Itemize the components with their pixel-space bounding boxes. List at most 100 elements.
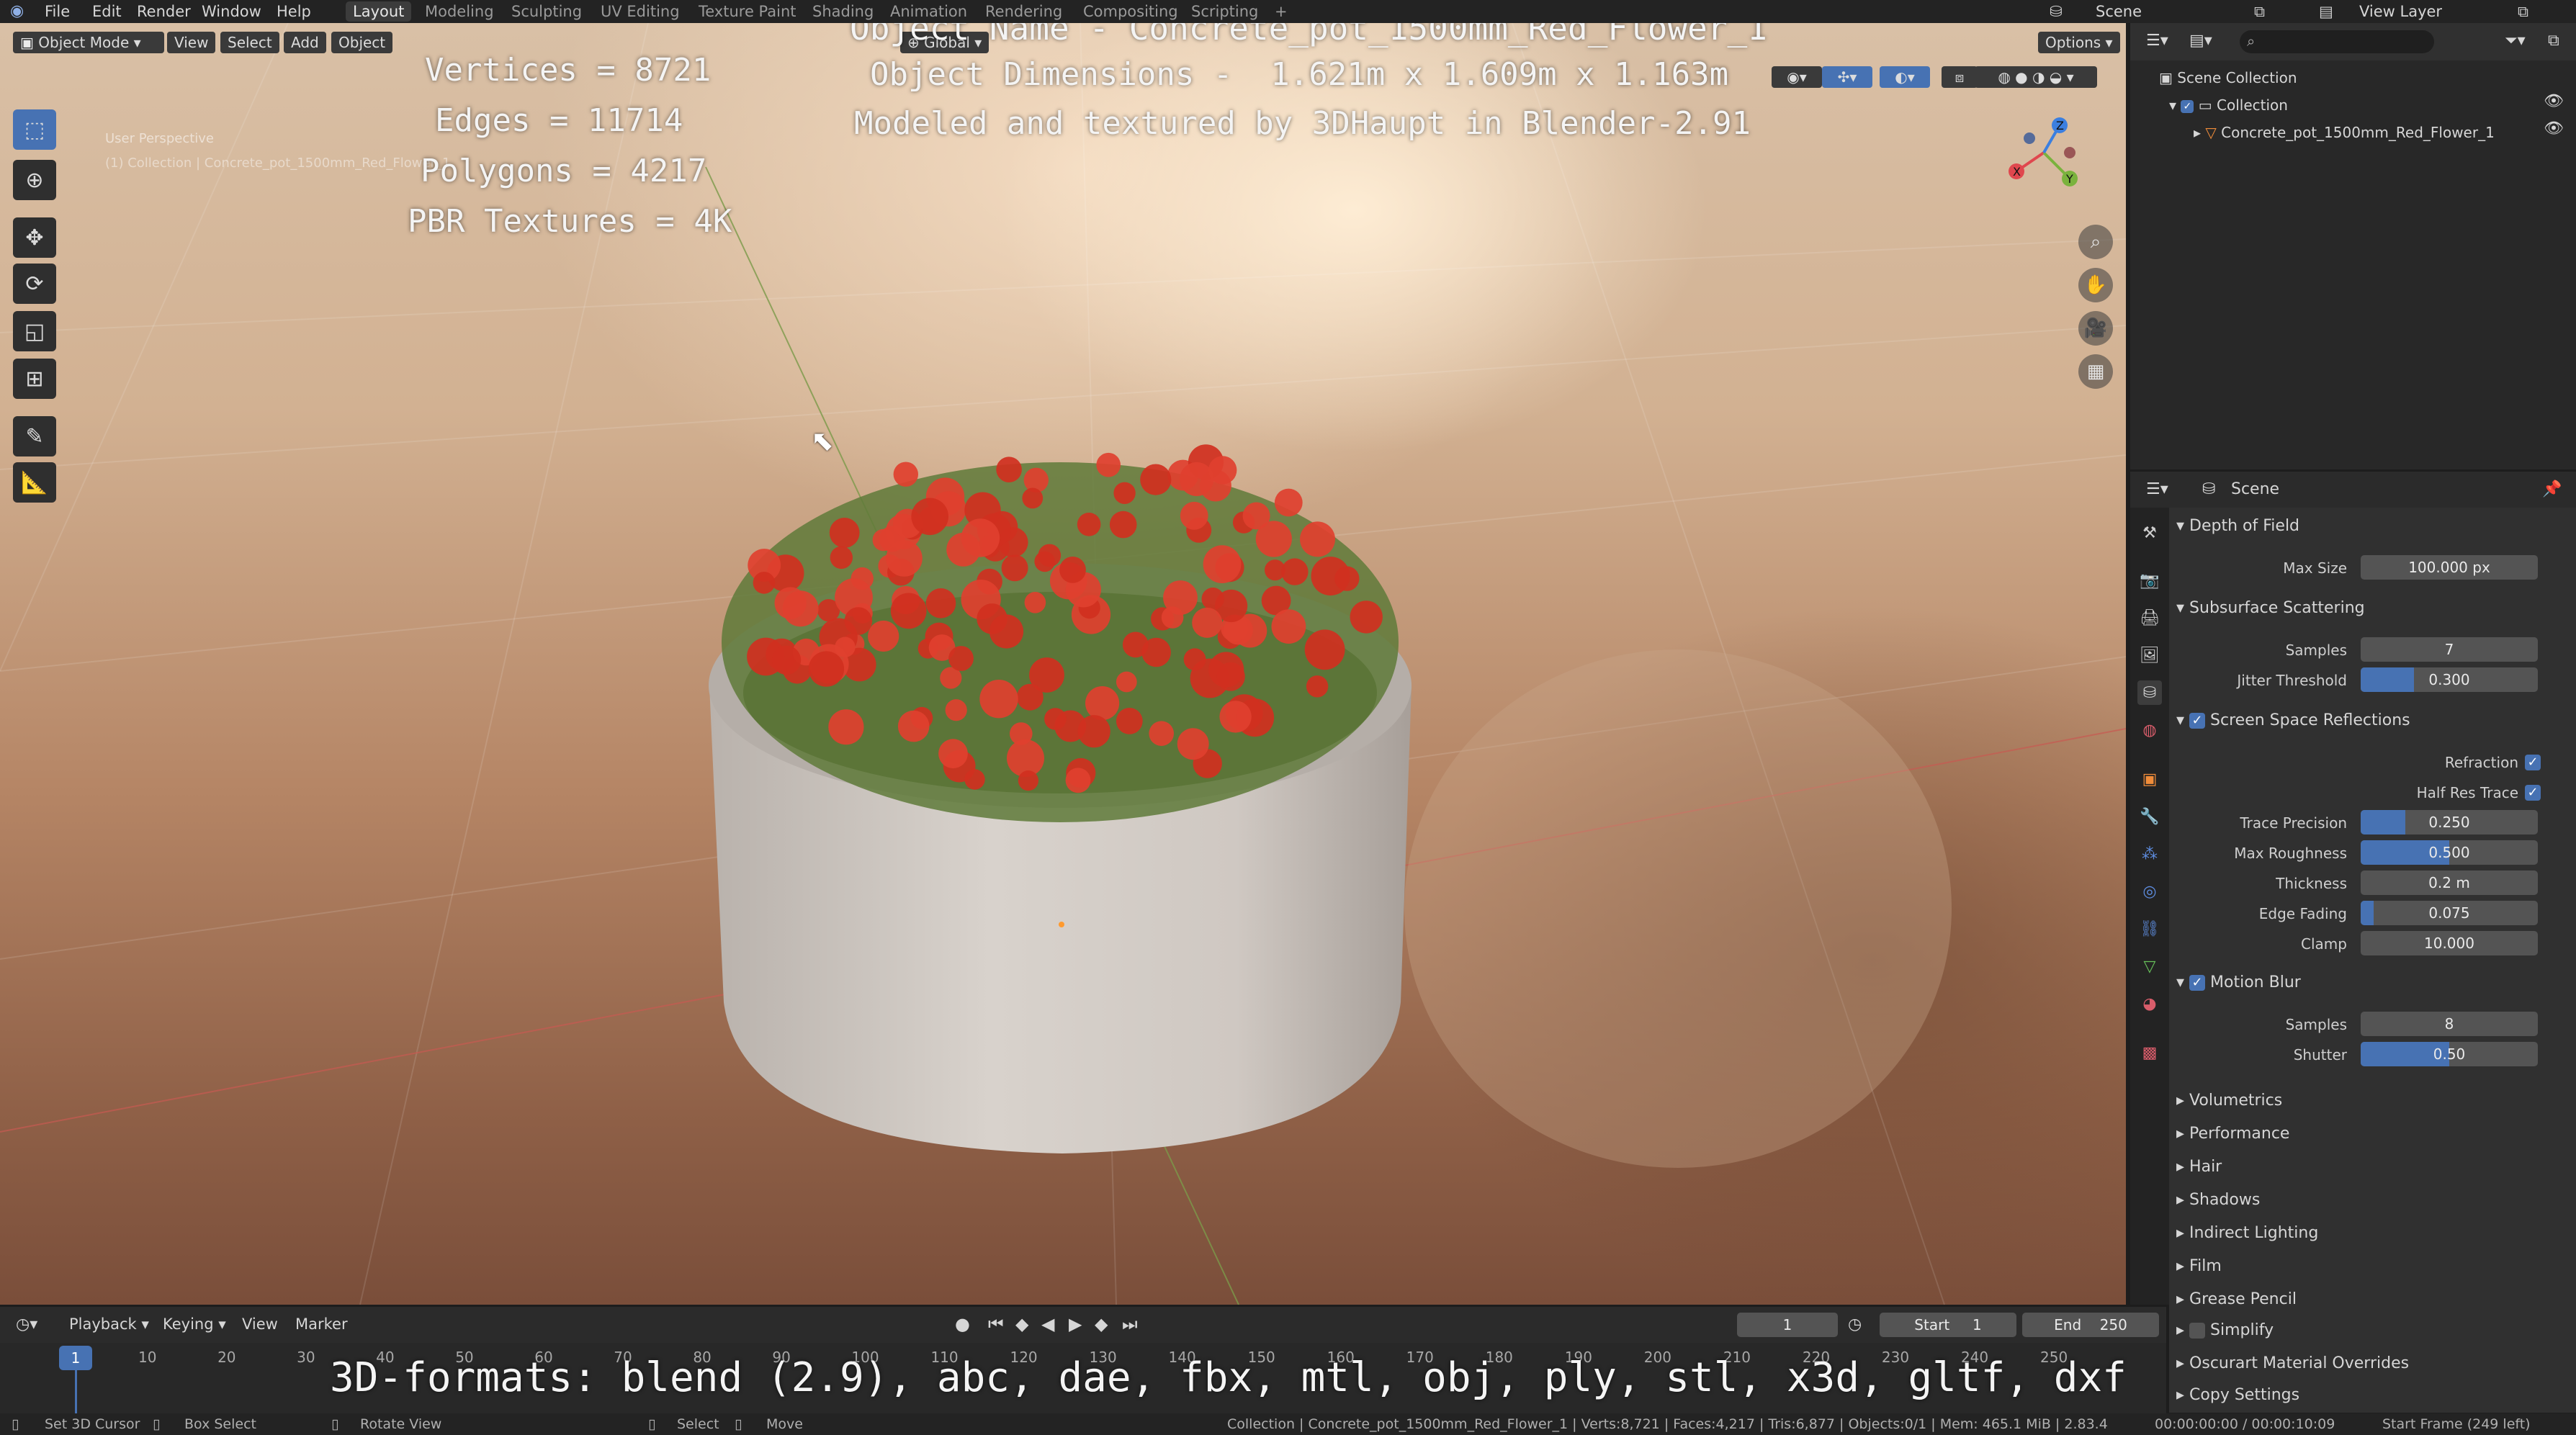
- end-frame-field[interactable]: End 250: [2022, 1313, 2159, 1337]
- editor-type-icon[interactable]: ◷▾: [16, 1315, 37, 1333]
- edge-fading-slider[interactable]: 0.075: [2361, 901, 2538, 925]
- editor-type-icon[interactable]: ☰▾: [2146, 32, 2168, 50]
- tab-rendering[interactable]: Rendering: [978, 1, 1069, 22]
- half-res-trace-checkbox[interactable]: ✓: [2525, 785, 2541, 801]
- filter-icon[interactable]: ⏷▾: [2505, 32, 2526, 50]
- viewport-menu-object[interactable]: Object: [331, 32, 393, 53]
- panel-hair[interactable]: ▸ Hair: [2176, 1153, 2222, 1182]
- tab-compositing[interactable]: Compositing: [1076, 1, 1185, 22]
- sss-samples-field[interactable]: 7: [2361, 637, 2538, 662]
- particles-tab-icon[interactable]: ⁂: [2137, 842, 2162, 866]
- trace-precision-slider[interactable]: 0.250: [2361, 810, 2538, 835]
- view-layer-icon[interactable]: ▤: [2319, 0, 2333, 23]
- tab-shading[interactable]: Shading: [805, 1, 881, 22]
- eye-visibility-icon[interactable]: 👁: [2544, 92, 2564, 110]
- move-tool-icon[interactable]: ✥: [13, 217, 56, 258]
- viewport-menu-select[interactable]: Select: [220, 32, 279, 53]
- clock-icon[interactable]: ◷: [1848, 1315, 1862, 1333]
- world-tab-icon[interactable]: ◍: [2137, 718, 2162, 742]
- panel-volumetrics[interactable]: ▸ Volumetrics: [2176, 1087, 2282, 1115]
- panel-simplify[interactable]: ▸ Simplify: [2176, 1316, 2274, 1345]
- prev-keyframe-icon[interactable]: ◆: [1015, 1314, 1028, 1334]
- refraction-checkbox[interactable]: ✓: [2525, 755, 2541, 770]
- scene-selector[interactable]: Scene: [2096, 0, 2142, 23]
- view-layer-tab-icon[interactable]: 🖼: [2137, 643, 2162, 667]
- pin-icon[interactable]: 📌: [2542, 480, 2562, 498]
- tab-scripting[interactable]: Scripting: [1184, 1, 1265, 22]
- cursor-tool-icon[interactable]: ⊕: [13, 160, 56, 200]
- timeline-menu-keying[interactable]: Keying ▾: [163, 1315, 226, 1333]
- viewport-menu-view[interactable]: View: [167, 32, 216, 53]
- scale-tool-icon[interactable]: ◱: [13, 311, 56, 351]
- camera-view-icon[interactable]: 🎥: [2078, 311, 2113, 346]
- menu-window[interactable]: Window: [202, 0, 261, 23]
- panel-copy-settings[interactable]: ▸ Copy Settings: [2176, 1381, 2299, 1410]
- modifier-tab-icon[interactable]: 🔧: [2137, 804, 2162, 829]
- record-icon[interactable]: ●: [955, 1314, 970, 1334]
- blender-logo-icon[interactable]: ◉: [10, 0, 24, 23]
- material-tab-icon[interactable]: ◕: [2137, 991, 2162, 1016]
- menu-file[interactable]: File: [45, 0, 70, 23]
- expand-arrow-icon[interactable]: ▸: [2194, 124, 2205, 141]
- jump-start-icon[interactable]: ⏮: [988, 1314, 1004, 1334]
- navigation-gizmo[interactable]: X Y Z: [2001, 109, 2087, 196]
- jitter-threshold-slider[interactable]: 0.300: [2361, 667, 2538, 692]
- physics-tab-icon[interactable]: ◎: [2137, 879, 2162, 904]
- shading-mode-icons[interactable]: ◍ ● ◑ ◒ ▾: [1975, 66, 2097, 88]
- start-frame-field[interactable]: Start 1: [1880, 1313, 2016, 1337]
- editor-type-icon[interactable]: ☰▾: [2146, 480, 2168, 498]
- new-view-layer-icon[interactable]: ⧉: [2518, 0, 2528, 23]
- new-scene-icon[interactable]: ⧉: [2254, 0, 2265, 23]
- playhead[interactable]: 1: [59, 1346, 92, 1370]
- panel-screen-space-reflections[interactable]: ▾ ✓ Screen Space Reflections: [2176, 706, 2410, 735]
- tool-tab-icon[interactable]: ⚒: [2137, 521, 2162, 545]
- collection-checkbox[interactable]: ✓: [2181, 99, 2194, 113]
- xray-toggle-icon[interactable]: ⧈: [1942, 66, 1978, 88]
- pan-hand-icon[interactable]: ✋: [2078, 268, 2113, 302]
- max-size-field[interactable]: 100.000 px: [2361, 555, 2538, 580]
- next-keyframe-icon[interactable]: ◆: [1095, 1314, 1108, 1334]
- panel-film[interactable]: ▸ Film: [2176, 1252, 2222, 1281]
- eye-visibility-icon[interactable]: 👁: [2544, 120, 2564, 138]
- new-collection-icon[interactable]: ⧉: [2548, 32, 2559, 50]
- annotate-tool-icon[interactable]: ✎: [13, 416, 56, 456]
- visibility-toggle-icon[interactable]: ◉▾: [1772, 66, 1822, 88]
- tab-sculpting[interactable]: Sculpting: [504, 1, 589, 22]
- object-tab-icon[interactable]: ▣: [2137, 767, 2162, 791]
- motion-blur-samples-field[interactable]: 8: [2361, 1012, 2538, 1036]
- panel-performance[interactable]: ▸ Performance: [2176, 1120, 2289, 1148]
- play-reverse-icon[interactable]: ◀: [1041, 1314, 1054, 1334]
- transform-tool-icon[interactable]: ⊞: [13, 359, 56, 399]
- motion-blur-checkbox[interactable]: ✓: [2189, 975, 2206, 991]
- ssr-enable-checkbox[interactable]: ✓: [2189, 713, 2206, 729]
- outliner-object[interactable]: ▸ ▽ Concrete_pot_1500mm_Red_Flower_1: [2194, 120, 2495, 145]
- data-tab-icon[interactable]: ▽: [2137, 954, 2162, 979]
- tab-animation[interactable]: Animation: [883, 1, 974, 22]
- select-box-tool-icon[interactable]: ⬚: [13, 109, 56, 150]
- simplify-checkbox[interactable]: [2189, 1323, 2206, 1339]
- tab-texture-paint[interactable]: Texture Paint: [691, 1, 804, 22]
- ortho-toggle-icon[interactable]: ▦: [2078, 354, 2113, 389]
- 3d-viewport[interactable]: ▣ Object Mode ▾ View Select Add Object ⊕…: [0, 23, 2126, 1305]
- tab-layout[interactable]: Layout: [346, 1, 412, 22]
- view-layer-selector[interactable]: View Layer: [2359, 0, 2442, 23]
- viewport-menu-add[interactable]: Add: [284, 32, 326, 53]
- output-tab-icon[interactable]: 🖨: [2137, 606, 2162, 630]
- timeline-menu-playback[interactable]: Playback ▾: [69, 1315, 149, 1333]
- play-icon[interactable]: ▶: [1069, 1314, 1082, 1334]
- add-workspace-button[interactable]: +: [1267, 1, 1295, 22]
- measure-tool-icon[interactable]: 📐: [13, 462, 56, 503]
- panel-depth-of-field[interactable]: ▾ Depth of Field: [2176, 512, 2299, 541]
- options-dropdown[interactable]: Options ▾: [2038, 32, 2120, 53]
- jump-end-icon[interactable]: ⏭: [1122, 1314, 1138, 1334]
- object-mode-dropdown[interactable]: ▣ Object Mode ▾: [13, 32, 164, 53]
- zoom-icon[interactable]: ⌕: [2078, 225, 2113, 259]
- max-roughness-slider[interactable]: 0.500: [2361, 840, 2538, 865]
- menu-help[interactable]: Help: [277, 0, 311, 23]
- panel-oscurart-overrides[interactable]: ▸ Oscurart Material Overrides: [2176, 1349, 2409, 1378]
- panel-subsurface-scattering[interactable]: ▾ Subsurface Scattering: [2176, 594, 2365, 623]
- menu-render[interactable]: Render: [137, 0, 191, 23]
- outliner-scene-collection[interactable]: ▣ Scene Collection: [2159, 65, 2297, 91]
- shutter-slider[interactable]: 0.50: [2361, 1042, 2538, 1066]
- timeline-menu-view[interactable]: View: [242, 1315, 278, 1333]
